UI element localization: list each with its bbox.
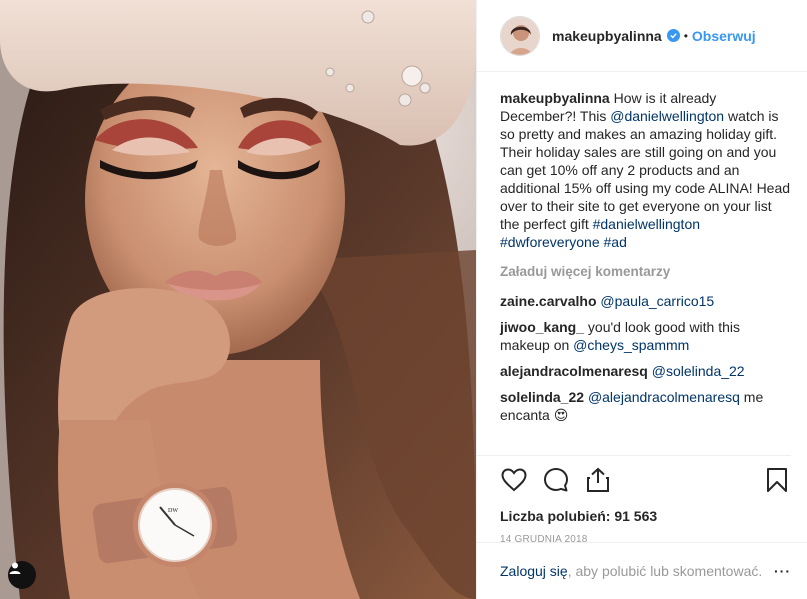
caption-hashtag[interactable]: #danielwellington (593, 216, 700, 232)
comment-item: jiwoo_kang_ you'd look good with this ma… (500, 318, 791, 354)
share-icon[interactable] (584, 466, 612, 494)
caption-username[interactable]: makeupbyalinna (500, 90, 610, 106)
bookmark-icon[interactable] (763, 466, 791, 494)
comment-item: solelinda_22 @alejandracolmenaresq me en… (500, 388, 791, 424)
comments-list: makeupbyalinna How is it already Decembe… (477, 72, 807, 455)
photo-illustration: DW (0, 0, 476, 599)
header-username[interactable]: makeupbyalinna (552, 28, 662, 44)
caption-hashtag[interactable]: #ad (604, 234, 627, 250)
verified-badge-icon (666, 29, 680, 42)
post-side-panel: makeupbyalinna • Obserwuj makeupbyalinna… (476, 0, 807, 599)
comment-username[interactable]: alejandracolmenaresq (500, 363, 648, 379)
comment-mention[interactable]: @solelinda_22 (652, 363, 745, 379)
post-caption: makeupbyalinna How is it already Decembe… (500, 89, 791, 251)
comment-item: zaine.carvalho @paula_carrico15 (500, 292, 791, 310)
caption-hashtag[interactable]: #dwforeveryone (500, 234, 600, 250)
post-header: makeupbyalinna • Obserwuj (477, 0, 807, 72)
load-more-comments-button[interactable]: Załaduj więcej komentarzy (500, 263, 791, 281)
user-tag-icon[interactable] (8, 561, 36, 589)
svg-text:DW: DW (168, 508, 178, 514)
likes-count[interactable]: Liczba polubień: 91 563 (500, 508, 791, 524)
comment-item: alejandracolmenaresq @solelinda_22 (500, 362, 791, 380)
post-photo[interactable]: DW (0, 0, 476, 599)
caption-text: watch is so pretty and makes an amazing … (500, 108, 791, 232)
heart-icon[interactable] (500, 466, 528, 494)
comment-mention[interactable]: @paula_carrico15 (600, 293, 714, 309)
heart-eyes-emoji: 😍 (553, 407, 569, 423)
comment-username[interactable]: zaine.carvalho (500, 293, 597, 309)
login-prompt: Zaloguj się, aby polubić lub skomentować… (477, 542, 807, 599)
comment-mention[interactable]: @alejandracolmenaresq (588, 389, 740, 405)
comment-username[interactable]: jiwoo_kang_ (500, 319, 584, 335)
separator-dot: • (683, 28, 688, 43)
action-icons (500, 466, 791, 494)
caption-mention[interactable]: @danielwellington (610, 108, 724, 124)
comment-username[interactable]: solelinda_22 (500, 389, 584, 405)
login-text: , aby polubić lub skomentować. (567, 563, 763, 579)
instagram-post: DW makeupbyalinna • Obserwuj makeupbyali… (0, 0, 807, 599)
login-link[interactable]: Zaloguj się (500, 563, 568, 579)
more-options-icon[interactable]: ··· (774, 563, 791, 579)
follow-button[interactable]: Obserwuj (692, 28, 756, 44)
comment-mention[interactable]: @cheys_spammm (573, 337, 689, 353)
comment-icon[interactable] (542, 466, 570, 494)
avatar[interactable] (500, 15, 540, 56)
